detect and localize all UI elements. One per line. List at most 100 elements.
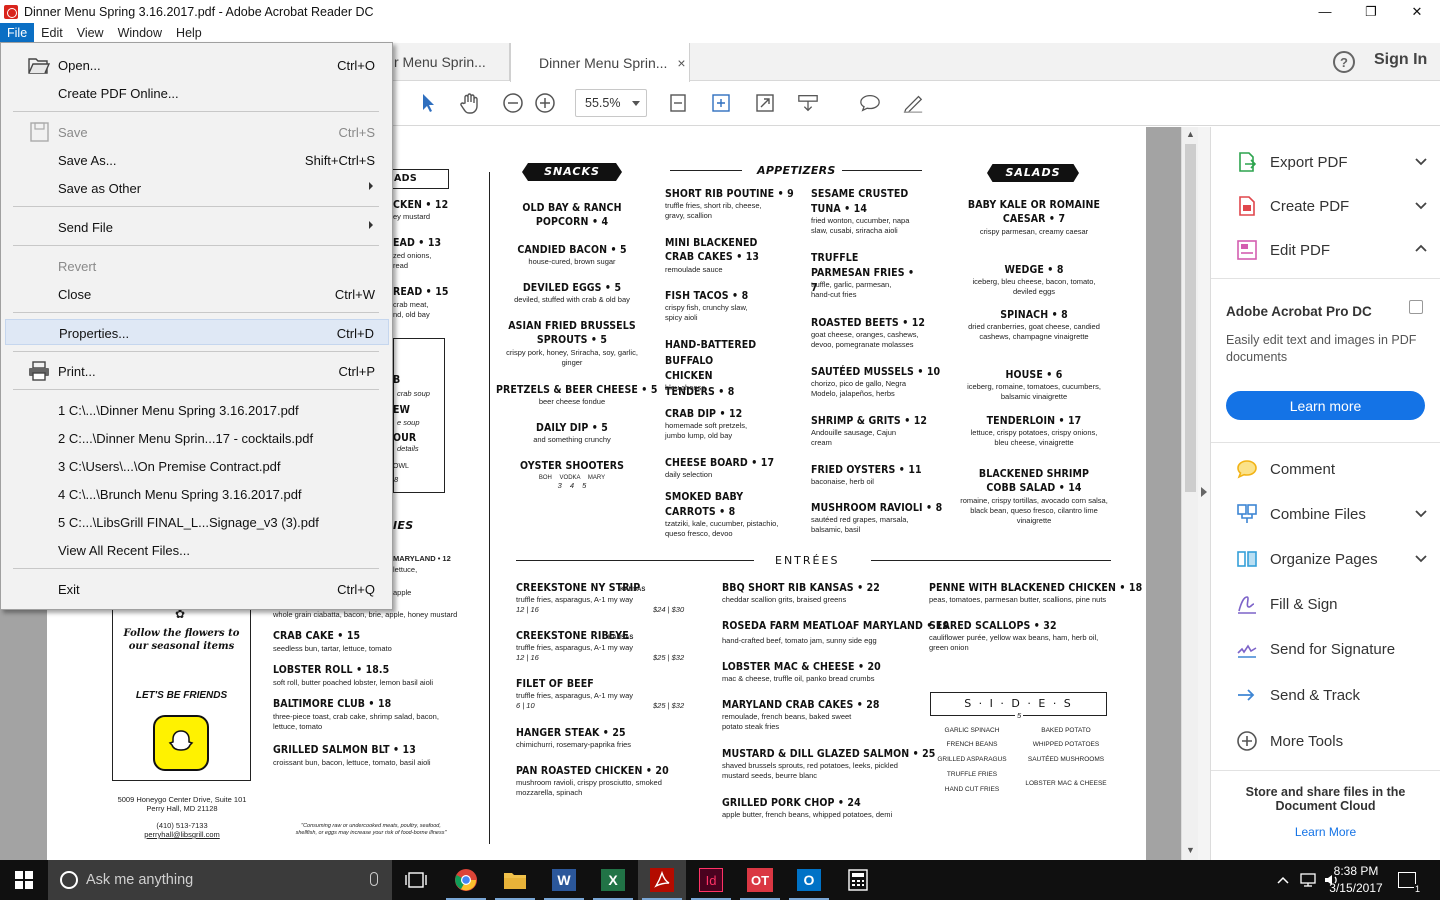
submenu-arrow-icon	[369, 182, 373, 190]
chevron-up-icon[interactable]	[1414, 242, 1428, 256]
sandwich-name: LOBSTER ROLL • 18.5	[273, 664, 390, 676]
sandwich-desc: soft roll, butter poached lobster, lemon…	[273, 678, 434, 687]
heading-fragment: ADS	[394, 173, 417, 184]
tab-document-1[interactable]: r Menu Sprin...	[392, 43, 510, 81]
zoom-out-icon[interactable]	[502, 92, 524, 114]
scrollbar-thumb[interactable]	[1185, 144, 1196, 492]
system-clock[interactable]: 8:38 PM 3/15/2017	[1316, 863, 1396, 897]
menu-edit[interactable]: Edit	[34, 23, 70, 43]
read-mode-icon[interactable]	[754, 92, 776, 114]
menu-item-print[interactable]: Print... Ctrl+P	[5, 358, 389, 384]
file-menu-dropdown: Open... Ctrl+O Create PDF Online... Save…	[0, 42, 393, 610]
taskbar-opentable[interactable]: OT	[736, 860, 784, 900]
fit-page-icon[interactable]	[667, 92, 689, 114]
scroll-down-arrow-icon[interactable]: ▼	[1186, 845, 1195, 855]
menu-item-open[interactable]: Open... Ctrl+O	[5, 52, 389, 78]
tab-close-icon[interactable]: ×	[677, 55, 685, 71]
entree-tag: KANSAS	[608, 635, 634, 641]
action-center[interactable]: 1	[1398, 860, 1421, 900]
save-disk-icon	[30, 122, 49, 142]
comment-tool-icon[interactable]	[859, 92, 881, 114]
menu-window[interactable]: Window	[111, 23, 169, 43]
tool-send-track[interactable]: Send & Track	[1236, 681, 1432, 709]
snack-desc: and something crunchy	[533, 435, 611, 444]
taskbar-acrobat[interactable]	[638, 860, 686, 900]
tool-organize-pages[interactable]: Organize Pages	[1236, 545, 1432, 573]
chevron-down-icon[interactable]	[1414, 154, 1428, 168]
document-scrollbar[interactable]: ▲ ▼	[1181, 127, 1198, 860]
taskbar-chrome[interactable]	[442, 860, 490, 900]
scroll-mode-icon[interactable]	[797, 92, 819, 114]
tool-more-tools[interactable]: More Tools	[1236, 727, 1432, 755]
menu-item-recent-3[interactable]: 3 C:\Users\...\On Premise Contract.pdf	[5, 453, 389, 479]
menu-item-save[interactable]: Save Ctrl+S	[5, 119, 389, 145]
menu-item-revert[interactable]: Revert	[5, 253, 389, 279]
menu-file[interactable]: File	[0, 23, 35, 43]
taskbar-indesign[interactable]: Id	[687, 860, 735, 900]
learn-more-button[interactable]: Learn more	[1226, 391, 1425, 420]
menu-item-save-as-other[interactable]: Save as Other	[5, 175, 389, 201]
menu-item-recent-1[interactable]: 1 C:\...\Dinner Menu Spring 3.16.2017.pd…	[5, 397, 389, 423]
help-icon[interactable]: ?	[1333, 51, 1355, 73]
microphone-icon[interactable]	[370, 872, 378, 886]
minimize-button[interactable]: —	[1302, 0, 1348, 23]
select-tool-icon[interactable]	[417, 92, 439, 114]
menu-item-shortcut: Ctrl+W	[334, 287, 375, 302]
menu-help[interactable]: Help	[169, 23, 209, 43]
tool-edit-pdf[interactable]: Edit PDF	[1236, 236, 1432, 264]
tool-comment[interactable]: Comment	[1236, 455, 1432, 483]
menu-item-view-all-recent[interactable]: View All Recent Files...	[5, 537, 389, 563]
tool-label: Send for Signature	[1270, 640, 1396, 658]
menu-separator	[13, 206, 379, 207]
menu-item-properties[interactable]: Properties... Ctrl+D	[5, 319, 389, 345]
appetizer-item: MINI BLACKENED CRAB CAKES • 13	[665, 237, 760, 263]
tool-combine-files[interactable]: Combine Files	[1236, 500, 1432, 528]
zoom-level-dropdown[interactable]: 55.5%	[575, 89, 647, 117]
close-window-button[interactable]: ✕	[1394, 0, 1440, 23]
menu-view[interactable]: View	[70, 23, 111, 43]
menu-item-recent-2[interactable]: 2 C:...\Dinner Menu Sprin...17 - cocktai…	[5, 425, 389, 451]
chevron-down-icon[interactable]	[1414, 506, 1428, 520]
menu-item-send-file[interactable]: Send File	[5, 214, 389, 240]
more-tools-icon	[1236, 730, 1258, 752]
tool-fill-sign[interactable]: Fill & Sign	[1236, 590, 1432, 618]
maximize-button[interactable]: ❐	[1348, 0, 1394, 23]
menu-item-create-pdf-online[interactable]: Create PDF Online...	[5, 80, 389, 106]
network-icon	[1300, 873, 1316, 887]
menu-item-close[interactable]: Close Ctrl+W	[5, 281, 389, 307]
hand-tool-icon[interactable]	[459, 92, 481, 114]
menu-item-recent-4[interactable]: 4 C:\...\Brunch Menu Spring 3.16.2017.pd…	[5, 481, 389, 507]
taskbar-outlook[interactable]: O	[785, 860, 833, 900]
full-screen-icon[interactable]	[710, 92, 732, 114]
taskbar-calculator[interactable]	[834, 860, 882, 900]
tool-send-for-signature[interactable]: Send for Signature	[1236, 635, 1432, 663]
tab-document-2[interactable]: Dinner Menu Sprin... ×	[510, 43, 690, 82]
menu-item-save-as[interactable]: Save As... Shift+Ctrl+S	[5, 147, 389, 173]
fragment-ies: IES	[393, 519, 414, 532]
zoom-in-icon[interactable]	[534, 92, 556, 114]
learn-more-link[interactable]: Learn More	[1226, 825, 1425, 839]
tool-label: Edit PDF	[1270, 241, 1331, 259]
panel-collapse-handle[interactable]	[1198, 127, 1211, 860]
sign-in-link[interactable]: Sign In	[1374, 51, 1427, 69]
menu-item-recent-5[interactable]: 5 C:...\LibsGrill FINAL_L...Signage_v3 (…	[5, 509, 389, 535]
cortana-icon	[60, 871, 78, 889]
task-view-button[interactable]	[392, 860, 440, 900]
network-status[interactable]	[1299, 860, 1317, 900]
chevron-down-icon[interactable]	[1414, 198, 1428, 212]
tool-create-pdf[interactable]: Create PDF	[1236, 192, 1432, 220]
combine-files-icon	[1236, 503, 1258, 525]
scroll-up-arrow-icon[interactable]: ▲	[1186, 129, 1195, 139]
show-hidden-icons[interactable]	[1276, 860, 1290, 900]
promo-dismiss-icon[interactable]	[1409, 300, 1423, 314]
start-button[interactable]	[0, 860, 48, 900]
menu-item-exit[interactable]: Exit Ctrl+Q	[5, 576, 389, 602]
taskbar-word[interactable]: W	[540, 860, 588, 900]
draw-tool-icon[interactable]	[902, 92, 924, 114]
tool-export-pdf[interactable]: Export PDF	[1236, 148, 1432, 176]
chevron-down-icon[interactable]	[1414, 551, 1428, 565]
taskbar-excel[interactable]: X	[589, 860, 637, 900]
cortana-search-box[interactable]: Ask me anything	[48, 860, 392, 900]
taskbar-file-explorer[interactable]	[491, 860, 539, 900]
entree-desc: cauliflower purée, yellow wax beans, ham…	[929, 633, 1099, 652]
